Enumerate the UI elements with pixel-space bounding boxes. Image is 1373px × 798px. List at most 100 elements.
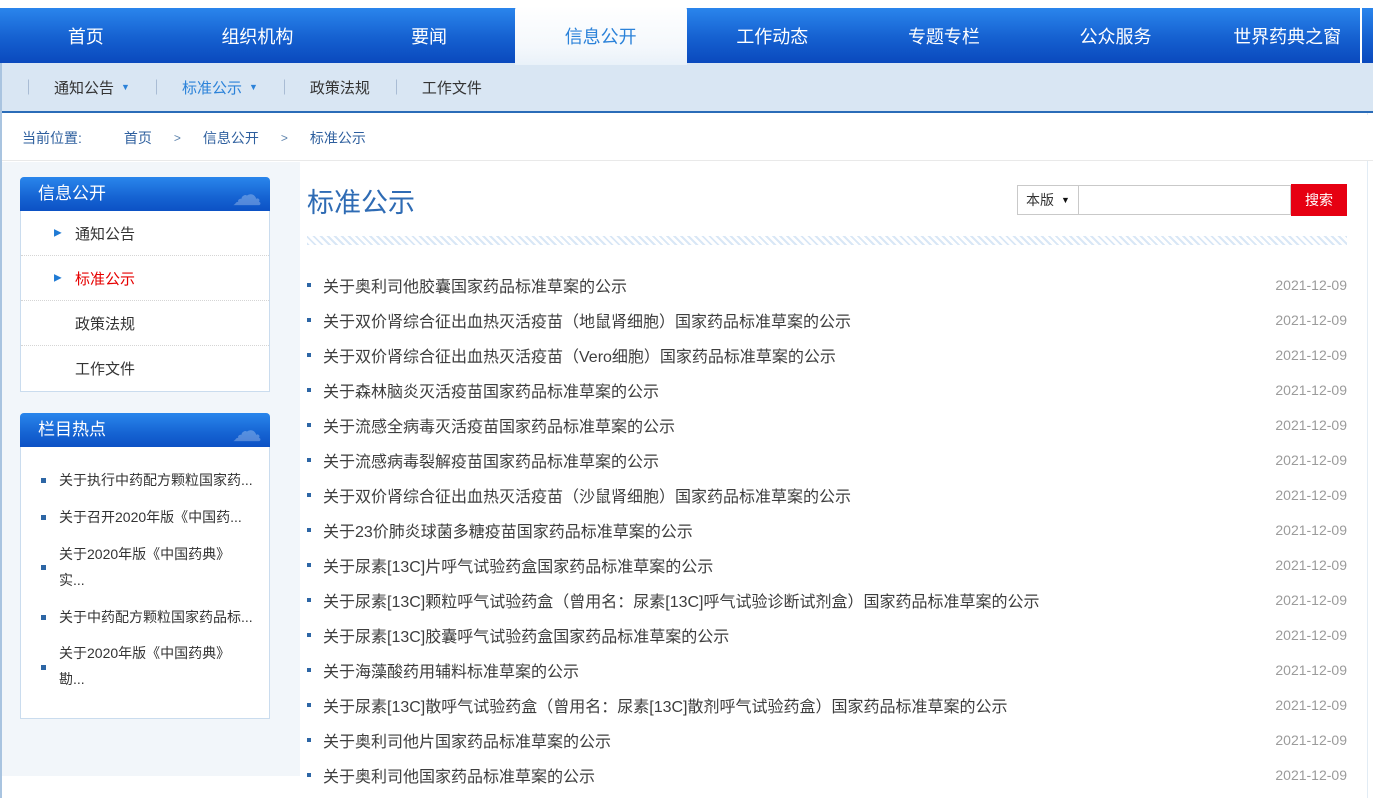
hot-item[interactable]: 关于中药配方颗粒国家药品标... bbox=[41, 605, 261, 631]
sidebar-item[interactable]: ▶通知公告 bbox=[21, 211, 269, 256]
top-nav-item[interactable]: 首页 bbox=[0, 8, 172, 63]
breadcrumb-link[interactable]: 首页 bbox=[124, 128, 152, 148]
top-nav-item[interactable]: 信息公开 bbox=[515, 6, 687, 65]
search-scope-value: 本版 bbox=[1026, 190, 1054, 210]
dropdown-arrow-icon: ▼ bbox=[121, 82, 130, 92]
search-scope-select[interactable]: 本版 ▼ bbox=[1017, 185, 1079, 215]
news-row: 关于尿素[13C]片呼气试验药盒国家药品标准草案的公示2021-12-09 bbox=[307, 547, 1347, 582]
hot-item[interactable]: 关于2020年版《中国药典》实... bbox=[41, 542, 261, 594]
top-nav-item[interactable]: 公众服务 bbox=[1030, 8, 1202, 63]
subnav-item-label: 标准公示 bbox=[182, 77, 242, 98]
news-title-link[interactable]: 关于流感全病毒灭活疫苗国家药品标准草案的公示 bbox=[323, 413, 1247, 437]
bullet-icon bbox=[307, 703, 311, 707]
news-row: 关于双价肾综合征出血热灭活疫苗（沙鼠肾细胞）国家药品标准草案的公示2021-12… bbox=[307, 477, 1347, 512]
sidebar-item[interactable]: 工作文件 bbox=[21, 346, 269, 391]
news-title-link[interactable]: 关于尿素[13C]片呼气试验药盒国家药品标准草案的公示 bbox=[323, 553, 1247, 577]
content-edge-divider bbox=[1367, 113, 1368, 798]
news-date: 2021-12-09 bbox=[1247, 732, 1347, 748]
dropdown-arrow-icon: ▼ bbox=[249, 82, 258, 92]
search-input[interactable] bbox=[1079, 185, 1291, 215]
news-row: 关于奥利司他国家药品标准草案的公示2021-12-09 bbox=[307, 757, 1347, 792]
news-title-link[interactable]: 关于奥利司他胶囊国家药品标准草案的公示 bbox=[323, 273, 1247, 297]
news-date: 2021-12-09 bbox=[1247, 452, 1347, 468]
sidebar-menu-header: 信息公开 ☁ bbox=[20, 177, 270, 211]
cloud-decoration-icon: ☁ bbox=[232, 415, 262, 447]
bullet-icon bbox=[307, 458, 311, 462]
news-title-link[interactable]: 关于双价肾综合征出血热灭活疫苗（地鼠肾细胞）国家药品标准草案的公示 bbox=[323, 308, 1247, 332]
hot-item-label: 关于执行中药配方颗粒国家药... bbox=[59, 468, 253, 494]
breadcrumb-separator: > bbox=[174, 131, 181, 145]
news-title-link[interactable]: 关于奥利司他国家药品标准草案的公示 bbox=[323, 763, 1247, 787]
news-row: 关于尿素[13C]散呼气试验药盒（曾用名：尿素[13C]散剂呼气试验药盒）国家药… bbox=[307, 687, 1347, 722]
sidebar-item-label: 工作文件 bbox=[75, 358, 135, 379]
news-row: 关于尿素[13C]颗粒呼气试验药盒（曾用名：尿素[13C]呼气试验诊断试剂盒）国… bbox=[307, 582, 1347, 617]
breadcrumb-link[interactable]: 信息公开 bbox=[203, 128, 259, 148]
subnav-item[interactable]: 标准公示 ▼ bbox=[156, 77, 284, 97]
breadcrumb-links: 首页>信息公开>标准公示 bbox=[124, 128, 366, 148]
subnav-item[interactable]: 通知公告 ▼ bbox=[28, 77, 156, 97]
cloud-decoration-icon: ☁ bbox=[232, 179, 262, 211]
news-title-link[interactable]: 关于23价肺炎球菌多糖疫苗国家药品标准草案的公示 bbox=[323, 518, 1247, 542]
bullet-icon bbox=[307, 388, 311, 392]
top-nav-item[interactable]: 世界药典之窗 bbox=[1201, 8, 1373, 63]
bullet-icon bbox=[307, 563, 311, 567]
bullet-icon bbox=[41, 478, 46, 483]
bullet-icon bbox=[307, 318, 311, 322]
news-date: 2021-12-09 bbox=[1247, 592, 1347, 608]
news-date: 2021-12-09 bbox=[1247, 627, 1347, 643]
top-nav-item[interactable]: 要闻 bbox=[343, 8, 515, 63]
bullet-icon bbox=[307, 283, 311, 287]
news-title-link[interactable]: 关于尿素[13C]胶囊呼气试验药盒国家药品标准草案的公示 bbox=[323, 623, 1247, 647]
news-title-link[interactable]: 关于森林脑炎灭活疫苗国家药品标准草案的公示 bbox=[323, 378, 1247, 402]
news-title-link[interactable]: 关于流感病毒裂解疫苗国家药品标准草案的公示 bbox=[323, 448, 1247, 472]
bullet-icon bbox=[41, 565, 46, 570]
news-row: 关于双价肾综合征出血热灭活疫苗（Vero细胞）国家药品标准草案的公示2021-1… bbox=[307, 337, 1347, 372]
news-title-link[interactable]: 关于双价肾综合征出血热灭活疫苗（沙鼠肾细胞）国家药品标准草案的公示 bbox=[323, 483, 1247, 507]
news-title-link[interactable]: 关于奥利司他片国家药品标准草案的公示 bbox=[323, 728, 1247, 752]
bullet-icon bbox=[307, 668, 311, 672]
top-nav-item[interactable]: 组织机构 bbox=[172, 8, 344, 63]
hot-topics-box: 栏目热点 ☁ 关于执行中药配方颗粒国家药...关于召开2020年版《中国药...… bbox=[20, 413, 270, 719]
news-title-link[interactable]: 关于海藻酸药用辅料标准草案的公示 bbox=[323, 658, 1247, 682]
search-button[interactable]: 搜索 bbox=[1291, 184, 1347, 216]
sub-nav: 通知公告 ▼ 标准公示 ▼ 政策法规 工作文件 bbox=[0, 63, 1373, 113]
news-date: 2021-12-09 bbox=[1247, 277, 1347, 293]
striped-divider bbox=[307, 236, 1347, 245]
news-row: 关于双价肾综合征出血热灭活疫苗（地鼠肾细胞）国家药品标准草案的公示2021-12… bbox=[307, 302, 1347, 337]
hot-item-line: 关于执行中药配方颗粒国家药... bbox=[59, 468, 253, 494]
news-date: 2021-12-09 bbox=[1247, 697, 1347, 713]
news-date: 2021-12-09 bbox=[1247, 382, 1347, 398]
hot-item[interactable]: 关于召开2020年版《中国药... bbox=[41, 505, 261, 531]
top-nav-item[interactable]: 工作动态 bbox=[687, 8, 859, 63]
subnav-item[interactable]: 政策法规 bbox=[284, 77, 396, 97]
news-list: 关于奥利司他胶囊国家药品标准草案的公示2021-12-09关于双价肾综合征出血热… bbox=[307, 267, 1347, 792]
news-title-link[interactable]: 关于尿素[13C]颗粒呼气试验药盒（曾用名：尿素[13C]呼气试验诊断试剂盒）国… bbox=[323, 588, 1247, 612]
news-date: 2021-12-09 bbox=[1247, 767, 1347, 783]
hot-item-line: 实... bbox=[59, 568, 230, 594]
news-date: 2021-12-09 bbox=[1247, 487, 1347, 503]
hot-item[interactable]: 关于2020年版《中国药典》勘... bbox=[41, 641, 261, 693]
top-nav-item[interactable]: 专题专栏 bbox=[858, 8, 1030, 63]
subnav-item-label: 政策法规 bbox=[310, 77, 370, 98]
hot-item[interactable]: 关于执行中药配方颗粒国家药... bbox=[41, 468, 261, 494]
sidebar-menu-box: 信息公开 ☁ ▶通知公告▶标准公示政策法规工作文件 bbox=[20, 177, 270, 392]
news-title-link[interactable]: 关于尿素[13C]散呼气试验药盒（曾用名：尿素[13C]散剂呼气试验药盒）国家药… bbox=[323, 693, 1247, 717]
sidebar-item[interactable]: 政策法规 bbox=[21, 301, 269, 346]
subnav-item[interactable]: 工作文件 bbox=[396, 77, 508, 97]
news-date: 2021-12-09 bbox=[1247, 662, 1347, 678]
news-row: 关于海藻酸药用辅料标准草案的公示2021-12-09 bbox=[307, 652, 1347, 687]
breadcrumb-link[interactable]: 标准公示 bbox=[310, 128, 366, 148]
news-title-link[interactable]: 关于双价肾综合征出血热灭活疫苗（Vero细胞）国家药品标准草案的公示 bbox=[323, 343, 1247, 367]
news-date: 2021-12-09 bbox=[1247, 312, 1347, 328]
news-row: 关于流感全病毒灭活疫苗国家药品标准草案的公示2021-12-09 bbox=[307, 407, 1347, 442]
sidebar-item[interactable]: ▶标准公示 bbox=[21, 256, 269, 301]
bullet-icon bbox=[307, 633, 311, 637]
subnav-item-label: 通知公告 bbox=[54, 77, 114, 98]
bullet-icon bbox=[41, 615, 46, 620]
breadcrumb: 当前位置: 首页>信息公开>标准公示 bbox=[0, 115, 1373, 161]
news-date: 2021-12-09 bbox=[1247, 522, 1347, 538]
sidebar-menu-title: 信息公开 bbox=[38, 184, 106, 203]
news-date: 2021-12-09 bbox=[1247, 557, 1347, 573]
hot-item-line: 关于2020年版《中国药典》 bbox=[59, 542, 230, 568]
page-left-edge bbox=[0, 63, 2, 798]
